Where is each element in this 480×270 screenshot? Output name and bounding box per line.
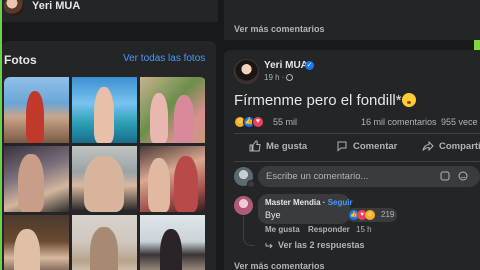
- post-text-content: Fírmenme pero el fondill*: [234, 92, 402, 109]
- profile-switch-badge-icon[interactable]: [247, 180, 255, 188]
- photo-thumbnail[interactable]: [140, 77, 205, 143]
- divider: [234, 133, 480, 134]
- comment-like-button[interactable]: Me gusta: [265, 225, 300, 234]
- top-profile-name[interactable]: Yeri MUA: [32, 0, 80, 12]
- post-author-name[interactable]: Yeri MUA: [264, 60, 308, 71]
- follow-button[interactable]: Seguir: [328, 198, 353, 207]
- photo-thumbnail[interactable]: [72, 77, 137, 143]
- comment-text: Bye: [265, 210, 281, 220]
- like-button[interactable]: Me gusta: [249, 140, 307, 156]
- comment-icon: [337, 141, 347, 152]
- share-icon: [422, 140, 434, 152]
- divider: [234, 161, 480, 162]
- shush-emoji-icon: [401, 93, 416, 107]
- post-text: Fírmenme pero el fondill*: [234, 92, 416, 109]
- commenter-name-line: Master Mendia · Seguir: [265, 198, 353, 207]
- emoji-icon[interactable]: [458, 171, 468, 181]
- comment-reply-button[interactable]: Responder: [308, 225, 350, 234]
- photos-card: Fotos Ver todas las fotos: [2, 41, 216, 270]
- haha-reaction-icon: ☺: [365, 210, 375, 220]
- sticker-icon[interactable]: [440, 171, 450, 181]
- comment-time[interactable]: 15 h: [356, 225, 372, 234]
- thumbs-up-icon: [249, 140, 261, 152]
- more-comments-link-bottom[interactable]: Ver más comentarios: [234, 261, 325, 270]
- commenter-name[interactable]: Master Mendia: [265, 198, 321, 207]
- share-button[interactable]: Comparti: [422, 140, 480, 156]
- post-author-avatar[interactable]: [234, 59, 259, 84]
- post-meta: 19 h ·: [264, 73, 294, 82]
- see-all-photos-link[interactable]: Ver todas las fotos: [123, 53, 205, 64]
- photos-title: Fotos: [4, 53, 37, 67]
- photo-thumbnail[interactable]: [140, 215, 205, 270]
- photo-thumbnail[interactable]: [4, 146, 69, 212]
- more-comments-link-top[interactable]: Ver más comentarios: [234, 24, 325, 34]
- love-reaction-icon: ♥: [252, 116, 264, 128]
- globe-icon: [286, 74, 294, 81]
- photo-thumbnail[interactable]: [72, 215, 137, 270]
- reply-arrow-icon: [265, 243, 273, 249]
- post-time[interactable]: 19 h: [264, 73, 280, 82]
- photo-thumbnail[interactable]: [140, 146, 205, 212]
- reaction-count[interactable]: 55 mil: [273, 117, 297, 127]
- thread-line: [243, 216, 255, 246]
- commenter-avatar[interactable]: [234, 196, 253, 215]
- view-count: 955 vece: [441, 117, 478, 127]
- photo-grid: [4, 77, 206, 270]
- view-replies-link[interactable]: Ver las 2 respuestas: [265, 240, 365, 250]
- photo-thumbnail[interactable]: [4, 77, 69, 143]
- comment-button[interactable]: Comentar: [336, 140, 397, 156]
- photo-thumbnail[interactable]: [72, 146, 137, 212]
- comment-count[interactable]: 16 mil comentarios: [361, 117, 437, 127]
- previous-post-card: [224, 0, 480, 40]
- post-card: [224, 50, 480, 270]
- verified-badge-icon: ✓: [305, 61, 314, 70]
- comment-reaction-count[interactable]: 219: [381, 210, 394, 219]
- photo-thumbnail[interactable]: [4, 215, 69, 270]
